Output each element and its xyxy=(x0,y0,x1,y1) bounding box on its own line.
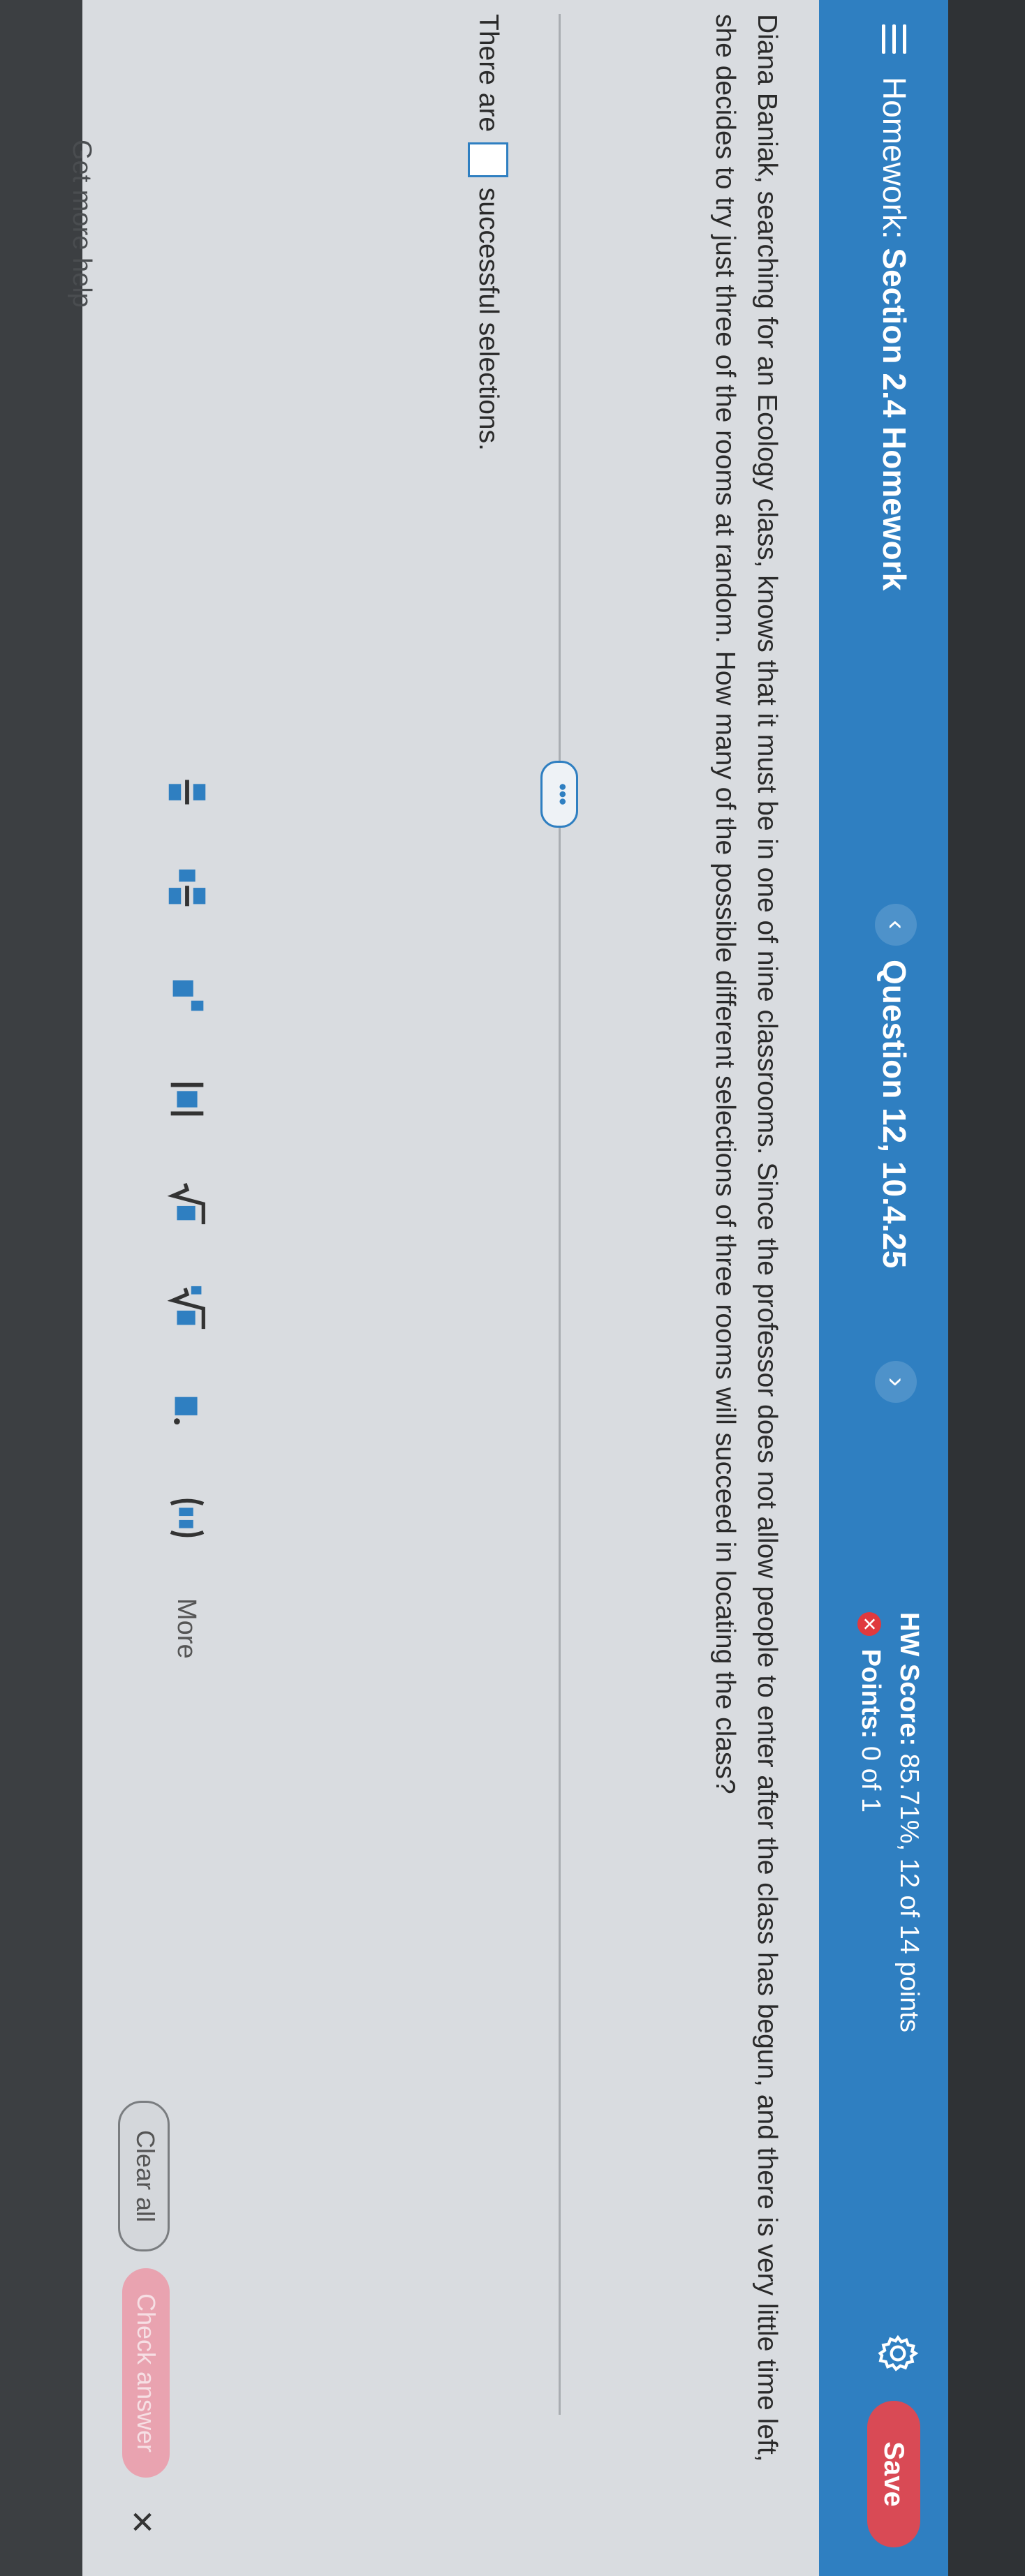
decimal-icon[interactable] xyxy=(163,1389,212,1438)
score-label: HW Score: xyxy=(894,1612,924,1747)
answer-row: There are successful selections. xyxy=(468,14,508,451)
exponent-icon[interactable] xyxy=(163,970,212,1019)
divider xyxy=(559,14,561,2415)
expand-button[interactable]: ••• xyxy=(540,761,578,828)
more-tools-button[interactable]: More xyxy=(171,1598,201,1659)
clear-all-button[interactable]: Clear all xyxy=(118,2101,170,2251)
question-label: Question 12, 10.4.25 xyxy=(876,960,913,1269)
points-label: Points: xyxy=(856,1648,885,1739)
check-answer-button[interactable]: Check answer xyxy=(122,2268,170,2478)
next-question-button[interactable]: › xyxy=(875,1361,917,1403)
problem-text: Diana Baniak, searching for an Ecology c… xyxy=(710,14,782,2462)
incorrect-icon: ✕ xyxy=(857,1612,882,1636)
answer-input[interactable] xyxy=(468,142,508,177)
ordered-pair-icon[interactable] xyxy=(163,1494,212,1542)
app-window: Homework: Section 2.4 Homework ‹ Questio… xyxy=(82,0,948,2576)
mixed-number-icon[interactable] xyxy=(163,865,212,914)
absolute-value-icon[interactable] xyxy=(163,1075,212,1124)
gear-icon[interactable] xyxy=(876,2331,920,2376)
screen-bezel-top xyxy=(948,0,1025,2576)
answer-suffix: successful selections. xyxy=(473,187,503,451)
header-bar: Homework: Section 2.4 Homework ‹ Questio… xyxy=(819,0,948,2576)
get-more-help-link[interactable]: Get more help xyxy=(66,140,96,308)
hw-score: HW Score: 85.71%, 12 of 14 points xyxy=(894,1612,924,2032)
menu-icon[interactable] xyxy=(880,24,906,54)
nth-root-icon[interactable] xyxy=(163,1284,212,1333)
score-value: 85.71%, 12 of 14 points xyxy=(894,1753,924,2032)
fraction-icon[interactable] xyxy=(163,768,212,817)
save-button[interactable]: Save xyxy=(867,2401,920,2547)
square-root-icon[interactable] xyxy=(163,1179,212,1228)
points: ✕ Points: 0 of 1 xyxy=(855,1612,885,1812)
homework-prefix: Homework: xyxy=(876,77,913,239)
question-area: Diana Baniak, searching for an Ecology c… xyxy=(468,0,809,2576)
homework-title: Homework: Section 2.4 Homework xyxy=(876,77,913,590)
rotated-screen: Homework: Section 2.4 Homework ‹ Questio… xyxy=(0,0,1025,2576)
answer-prefix: There are xyxy=(473,14,503,133)
screen-bezel-bottom xyxy=(0,0,82,2576)
points-value: 0 of 1 xyxy=(856,1745,885,1812)
previous-question-button[interactable]: ‹ xyxy=(875,904,917,946)
close-icon[interactable]: ✕ xyxy=(124,2509,159,2535)
homework-section: Section 2.4 Homework xyxy=(876,248,913,591)
